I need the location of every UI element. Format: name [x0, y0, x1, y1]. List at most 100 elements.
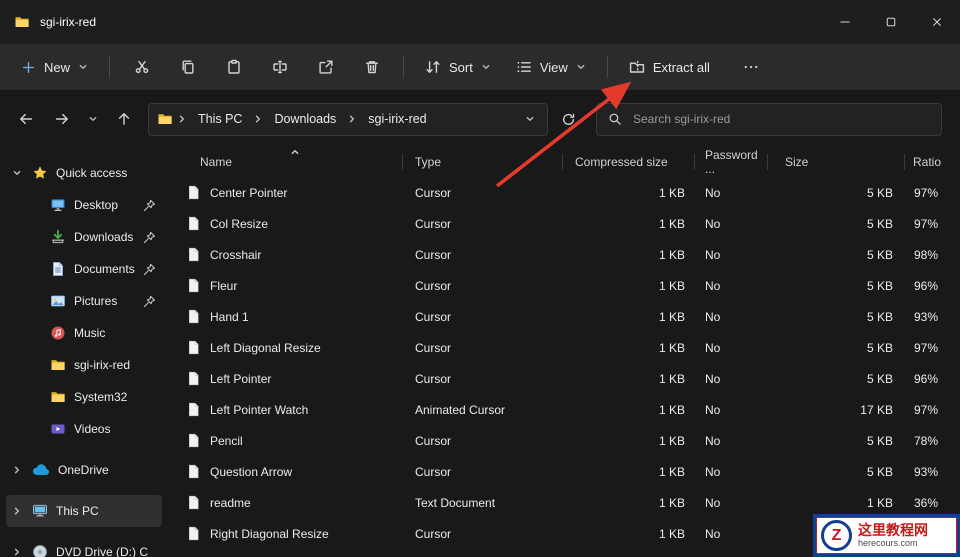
- file-compressed-size: 1 KB: [658, 495, 685, 510]
- file-list-body: Center Pointer Cursor 1 KB No 5 KB 97% C…: [176, 177, 960, 549]
- sidebar-item-this-pc[interactable]: This PC: [6, 495, 162, 527]
- file-icon: [186, 526, 201, 541]
- chevron-down-icon: [88, 114, 98, 124]
- file-icon: [186, 402, 201, 417]
- file-name: Col Resize: [210, 216, 269, 231]
- toolbar-divider: [606, 56, 608, 78]
- sidebar-item-desktop[interactable]: Desktop: [6, 189, 162, 221]
- search-input[interactable]: [631, 111, 930, 127]
- file-row[interactable]: Question Arrow Cursor 1 KB No 5 KB 93%: [176, 456, 960, 487]
- chevron-right-icon: [12, 465, 24, 475]
- sidebar-item-pictures[interactable]: Pictures: [6, 285, 162, 317]
- folder-icon: [50, 357, 66, 373]
- forward-button[interactable]: [46, 103, 78, 135]
- file-size: 5 KB: [866, 309, 893, 324]
- share-icon: [318, 59, 334, 75]
- file-ratio: 36%: [913, 495, 938, 510]
- copy-icon: [180, 59, 196, 75]
- sidebar-item-music[interactable]: Music: [6, 317, 162, 349]
- file-size: 5 KB: [866, 216, 893, 231]
- pictures-icon: [50, 293, 66, 309]
- breadcrumb-this-pc[interactable]: This PC: [191, 108, 249, 130]
- file-row[interactable]: Hand 1 Cursor 1 KB No 5 KB 93%: [176, 301, 960, 332]
- file-type: Cursor: [415, 278, 452, 293]
- refresh-icon: [561, 112, 576, 127]
- view-button[interactable]: View: [505, 52, 597, 82]
- delete-button[interactable]: [350, 50, 393, 84]
- file-row[interactable]: Left Diagonal Resize Cursor 1 KB No 5 KB…: [176, 332, 960, 363]
- sidebar-item-sgi-irix-red[interactable]: sgi-irix-red: [6, 349, 162, 381]
- breadcrumb-sgi-irix-red[interactable]: sgi-irix-red: [361, 108, 433, 130]
- sidebar-item-videos[interactable]: Videos: [6, 413, 162, 445]
- more-options-button[interactable]: [730, 50, 773, 84]
- file-row[interactable]: Left Pointer Watch Animated Cursor 1 KB …: [176, 394, 960, 425]
- quick-access-label: Quick access: [56, 166, 128, 180]
- column-header-type[interactable]: Type: [403, 147, 563, 177]
- copy-button[interactable]: [166, 50, 209, 84]
- file-row[interactable]: Center Pointer Cursor 1 KB No 5 KB 97%: [176, 177, 960, 208]
- cut-button[interactable]: [120, 50, 163, 84]
- file-password: No: [705, 340, 721, 355]
- file-compressed-size: 1 KB: [658, 340, 685, 355]
- share-button[interactable]: [304, 50, 347, 84]
- sidebar-item-documents[interactable]: Documents: [6, 253, 162, 285]
- paste-icon: [226, 59, 242, 75]
- address-dropdown-icon[interactable]: [521, 110, 539, 128]
- file-row[interactable]: Col Resize Cursor 1 KB No 5 KB 97%: [176, 208, 960, 239]
- maximize-button[interactable]: [868, 0, 914, 44]
- rename-button[interactable]: [258, 50, 301, 84]
- file-icon: [186, 495, 201, 510]
- file-name: Left Pointer Watch: [210, 402, 309, 417]
- refresh-button[interactable]: [552, 103, 584, 135]
- chevron-down-icon: [481, 62, 491, 72]
- column-header-compressed-size[interactable]: Compressed size: [563, 147, 695, 177]
- back-button[interactable]: [10, 103, 42, 135]
- file-type: Cursor: [415, 216, 452, 231]
- column-header-password[interactable]: Password ...: [695, 147, 768, 177]
- file-ratio: 93%: [913, 309, 938, 324]
- file-row[interactable]: Left Pointer Cursor 1 KB No 5 KB 96%: [176, 363, 960, 394]
- sidebar-item-dvd-drive-d-c[interactable]: DVD Drive (D:) C: [6, 536, 162, 557]
- file-compressed-size: 1 KB: [658, 433, 685, 448]
- sidebar-item-downloads[interactable]: Downloads: [6, 221, 162, 253]
- sidebar-quick-access[interactable]: Quick access: [6, 157, 162, 189]
- back-icon: [18, 111, 34, 127]
- breadcrumb-downloads[interactable]: Downloads: [267, 108, 343, 130]
- file-password: No: [705, 464, 721, 479]
- sort-icon: [425, 59, 441, 75]
- titlebar: sgi-irix-red: [0, 0, 960, 44]
- folder-icon: [50, 389, 66, 405]
- up-button[interactable]: [108, 103, 140, 135]
- thispc-icon: [32, 503, 48, 519]
- column-header-name-label: Name: [200, 155, 233, 169]
- up-icon: [116, 111, 132, 127]
- onedrive-icon: [32, 464, 50, 476]
- extract-all-button[interactable]: Extract all: [618, 52, 721, 82]
- column-headers: Name Type Compressed size Password ... S…: [176, 147, 960, 177]
- sidebar-item-system32[interactable]: System32: [6, 381, 162, 413]
- file-compressed-size: 1 KB: [658, 185, 685, 200]
- watermark-domain: herecours.com: [858, 538, 918, 549]
- minimize-button[interactable]: [822, 0, 868, 44]
- address-bar[interactable]: This PC Downloads sgi-irix-red: [148, 102, 548, 136]
- file-row[interactable]: Pencil Cursor 1 KB No 5 KB 78%: [176, 425, 960, 456]
- file-row[interactable]: Crosshair Cursor 1 KB No 5 KB 98%: [176, 239, 960, 270]
- column-header-size[interactable]: Size: [768, 147, 905, 177]
- new-button[interactable]: New: [10, 53, 99, 82]
- search-box[interactable]: [596, 102, 942, 136]
- column-header-ratio[interactable]: Ratio: [905, 147, 960, 177]
- sort-button[interactable]: Sort: [414, 52, 502, 82]
- sidebar-item-onedrive[interactable]: OneDrive: [6, 454, 162, 486]
- sort-label: Sort: [449, 59, 473, 75]
- paste-button[interactable]: [212, 50, 255, 84]
- file-name: readme: [210, 495, 251, 510]
- sidebar: Quick access Desktop Downloads Documents…: [0, 147, 168, 557]
- recent-locations-button[interactable]: [82, 103, 104, 135]
- pin-icon: [143, 231, 156, 244]
- close-button[interactable]: [914, 0, 960, 44]
- chevron-down-icon: [78, 62, 88, 72]
- column-header-name[interactable]: Name: [176, 147, 403, 177]
- file-row[interactable]: Fleur Cursor 1 KB No 5 KB 96%: [176, 270, 960, 301]
- videos-icon: [50, 421, 66, 437]
- file-size: 5 KB: [866, 464, 893, 479]
